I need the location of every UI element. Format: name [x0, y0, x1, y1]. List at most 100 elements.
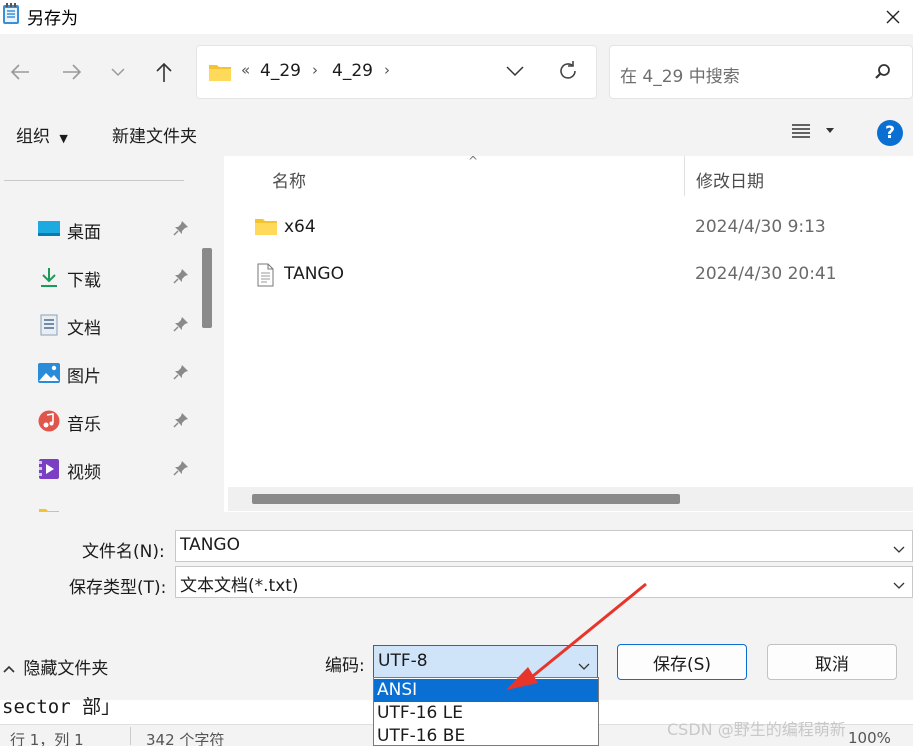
- sidebar-item-downloads[interactable]: 下载: [38, 264, 198, 292]
- hide-folders-toggle[interactable]: 隐藏文件夹: [2, 654, 108, 679]
- horizontal-scrollbar-thumb[interactable]: [252, 494, 680, 504]
- filename-field[interactable]: TANGO: [175, 530, 913, 562]
- column-header-name[interactable]: 名称: [272, 167, 306, 192]
- address-bar[interactable]: « 4_29 › 4_29 ›: [196, 45, 597, 99]
- close-button[interactable]: [873, 0, 913, 34]
- encoding-label: 编码:: [325, 656, 365, 676]
- pin-icon: [173, 220, 189, 241]
- encoding-option[interactable]: UTF-16 LE: [374, 702, 598, 725]
- pin-icon: [173, 412, 189, 433]
- encoding-option[interactable]: UTF-16 BE: [374, 725, 598, 746]
- file-name: TANGO: [284, 264, 344, 284]
- chevron-down-icon: [577, 657, 591, 677]
- pin-icon: [173, 460, 189, 481]
- cancel-button[interactable]: 取消: [767, 644, 897, 680]
- encoding-option[interactable]: ANSI: [374, 679, 598, 702]
- hide-folders-label: 隐藏文件夹: [23, 659, 109, 679]
- file-row[interactable]: x64 2024/4/30 9:13: [224, 208, 913, 248]
- forward-button[interactable]: [58, 58, 86, 86]
- video-icon: [38, 458, 60, 480]
- chevron-down-icon[interactable]: [892, 540, 906, 560]
- sidebar-item-label: 下载: [67, 271, 101, 291]
- editor-text: sector 部」: [2, 696, 121, 718]
- text-file-icon: [254, 263, 276, 292]
- file-date: 2024/4/30 9:13: [695, 217, 826, 237]
- chevron-down-icon[interactable]: [892, 576, 906, 596]
- sidebar-item-documents[interactable]: 文档: [38, 312, 198, 340]
- file-row[interactable]: TANGO 2024/4/30 20:41: [224, 255, 913, 295]
- filetype-select[interactable]: 文本文档(*.txt): [175, 566, 913, 598]
- folder-icon: [208, 62, 232, 87]
- recent-locations-button[interactable]: [104, 58, 132, 86]
- column-header-date[interactable]: 修改日期: [696, 167, 764, 192]
- chevron-down-icon: [506, 66, 524, 77]
- save-button[interactable]: 保存(S): [617, 644, 747, 680]
- sidebar-item-desktop[interactable]: 桌面: [38, 216, 198, 244]
- up-button[interactable]: [150, 58, 178, 86]
- navigation-pane: 桌面 下载 文档 图片 音乐 视频: [0, 156, 218, 512]
- help-icon: ?: [885, 123, 895, 143]
- breadcrumb-separator-icon[interactable]: ›: [312, 61, 318, 79]
- desktop-icon: [38, 218, 60, 240]
- filetype-label: 保存类型(T):: [69, 578, 167, 598]
- search-icon[interactable]: [874, 63, 892, 86]
- encoding-select[interactable]: UTF-8: [373, 645, 598, 679]
- command-bar: 组织 ▼ 新建文件夹 ?: [0, 110, 913, 156]
- save-form: 文件名(N): TANGO 保存类型(T): 文本文档(*.txt): [0, 512, 913, 610]
- sidebar-item-label: 桌面: [67, 223, 101, 243]
- sidebar-item-videos[interactable]: 视频: [38, 456, 198, 484]
- divider: [130, 727, 131, 745]
- refresh-button[interactable]: [557, 60, 579, 87]
- breadcrumb-segment[interactable]: 4_29: [332, 61, 373, 81]
- window-title: 另存为: [27, 9, 78, 29]
- view-options-button[interactable]: [790, 123, 838, 144]
- filename-label: 文件名(N):: [82, 542, 165, 562]
- pin-icon: [173, 364, 189, 385]
- sidebar-item-music[interactable]: 音乐: [38, 408, 198, 436]
- divider: [4, 180, 184, 181]
- sidebar-item-pictures[interactable]: 图片: [38, 360, 198, 388]
- pin-icon: [173, 316, 189, 337]
- list-view-icon: [792, 124, 834, 138]
- sidebar-item-label: 文档: [67, 319, 101, 339]
- column-divider[interactable]: [684, 156, 685, 196]
- new-folder-button[interactable]: 新建文件夹: [112, 122, 197, 147]
- filename-input[interactable]: TANGO: [180, 535, 240, 555]
- overflow-indicator[interactable]: «: [241, 61, 250, 79]
- encoding-value: UTF-8: [378, 651, 428, 671]
- sidebar-item-label: 音乐: [67, 415, 101, 435]
- chevron-up-icon: [2, 659, 18, 679]
- caret-down-icon: ▼: [59, 132, 68, 145]
- watermark: CSDN @野生的编程萌新: [667, 720, 846, 739]
- status-zoom: 100%: [848, 729, 891, 746]
- arrow-left-icon: [10, 64, 29, 80]
- address-history-button[interactable]: [505, 62, 525, 82]
- arrow-up-icon: [156, 62, 172, 82]
- file-list: ^ 名称 修改日期 x64 2024/4/30 9:13 TANGO 2024/…: [224, 154, 913, 512]
- folder-icon: [254, 216, 278, 241]
- title-bar: 另存为: [0, 0, 913, 34]
- back-button[interactable]: [6, 58, 34, 86]
- search-box[interactable]: 在 4_29 中搜索: [609, 45, 913, 99]
- help-button[interactable]: ?: [877, 120, 903, 146]
- pin-icon: [173, 268, 189, 289]
- breadcrumb-segment[interactable]: 4_29: [260, 61, 301, 81]
- sidebar-item-label: 视频: [67, 463, 101, 483]
- file-name: x64: [284, 217, 316, 237]
- encoding-dropdown-list: ANSI UTF-16 LE UTF-16 BE: [373, 677, 599, 746]
- pictures-icon: [38, 362, 60, 384]
- search-input[interactable]: 在 4_29 中搜索: [620, 62, 740, 87]
- sidebar-item-partial-folder[interactable]: [38, 504, 198, 512]
- file-date: 2024/4/30 20:41: [695, 264, 837, 284]
- sidebar-item-label: 图片: [67, 367, 101, 387]
- arrow-right-icon: [63, 64, 82, 80]
- music-icon: [38, 410, 60, 432]
- document-icon: [38, 314, 60, 336]
- navigation-bar: « 4_29 › 4_29 › 在 4_29 中搜索: [0, 34, 913, 110]
- breadcrumb-separator-icon[interactable]: ›: [384, 61, 390, 79]
- filetype-value: 文本文档(*.txt): [180, 576, 299, 596]
- download-icon: [38, 266, 60, 288]
- organize-menu[interactable]: 组织 ▼: [16, 122, 68, 147]
- sort-ascending-icon: ^: [468, 154, 479, 168]
- sidebar-scrollbar[interactable]: [202, 248, 212, 328]
